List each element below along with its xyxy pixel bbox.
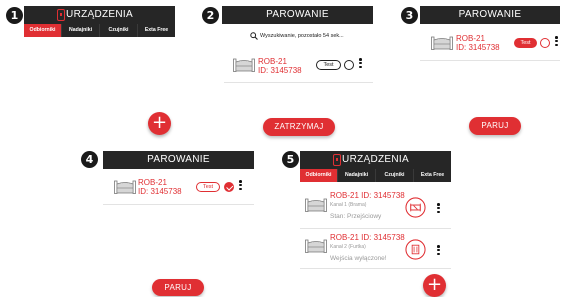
wicket-channel-icon[interactable] [405, 239, 426, 260]
app-header: PAROWANIE [420, 6, 560, 24]
device-id: ID: 3145738 [138, 187, 182, 196]
select-radio[interactable] [344, 60, 354, 70]
device-tabs: Odbiorniki Nadajniki Czujniki Exta Free [300, 169, 451, 182]
tab-exta-free[interactable]: Exta Free [137, 24, 175, 37]
app-header: PAROWANIE [222, 6, 373, 24]
stop-button[interactable]: ZATRZYMAJ [263, 118, 335, 136]
kebab-menu-icon[interactable] [359, 58, 362, 70]
kebab-menu-icon[interactable] [437, 203, 440, 215]
page-title: URZĄDZENIA [66, 9, 133, 20]
add-device-button[interactable]: + [148, 112, 171, 135]
gate-channel-icon[interactable] [405, 197, 426, 218]
step-number-2: 2 [202, 7, 219, 24]
tab-transmitters[interactable]: Nadajniki [61, 24, 99, 37]
pair-button[interactable]: PARUJ [152, 279, 204, 296]
logo-icon [333, 154, 341, 166]
page-title: PAROWANIE [266, 9, 329, 20]
device-name: ROB-21 ID: 3145738 [330, 191, 405, 200]
page-title: URZĄDZENIA [342, 154, 409, 165]
screen-devices-list: URZĄDZENIA Odbiorniki Nadajniki Czujniki… [300, 151, 451, 182]
pair-button[interactable]: PARUJ [469, 117, 521, 135]
select-radio-checked[interactable] [224, 182, 234, 192]
add-device-button[interactable]: + [423, 274, 446, 297]
row-divider [103, 204, 254, 205]
test-button[interactable]: Test [316, 60, 341, 70]
kebab-menu-icon[interactable] [437, 245, 440, 257]
screen-pairing-found: PAROWANIE [420, 6, 560, 24]
gate-icon [431, 36, 453, 50]
device-id: ID: 3145738 [258, 66, 302, 75]
app-header: URZĄDZENIA [300, 151, 451, 169]
row-divider [300, 228, 451, 229]
channel-label: Kanał 2 (Furtka) [330, 244, 366, 250]
search-status-text: Wyszukiwanie, pozostało 54 sek... [260, 33, 344, 39]
gate-icon [233, 58, 255, 72]
step-number-4: 4 [81, 151, 98, 168]
logo-icon [57, 9, 65, 21]
row-divider [300, 268, 451, 269]
device-name: ROB-21 ID: 3145738 [330, 233, 405, 242]
kebab-menu-icon[interactable] [555, 36, 558, 48]
step-number-5: 5 [282, 151, 299, 168]
screen-pairing-searching: PAROWANIE [222, 6, 373, 24]
device-status: Stan: Przejściowy [330, 213, 382, 220]
channel-label: Kanał 1 (Brama) [330, 202, 367, 208]
tab-sensors[interactable]: Czujniki [375, 169, 413, 182]
page-title: PAROWANIE [458, 9, 522, 20]
device-name: ROB-21 [138, 178, 167, 187]
tab-sensors[interactable]: Czujniki [99, 24, 137, 37]
test-button[interactable]: Test [196, 182, 220, 192]
step-number-1: 1 [6, 7, 23, 24]
gate-icon [305, 198, 327, 212]
tab-transmitters[interactable]: Nadajniki [337, 169, 375, 182]
device-name: ROB-21 [258, 57, 287, 66]
page-title: PAROWANIE [147, 154, 210, 165]
tab-receivers[interactable]: Odbiorniki [24, 24, 61, 37]
tab-receivers[interactable]: Odbiorniki [300, 169, 337, 182]
kebab-menu-icon[interactable] [239, 180, 242, 192]
app-header: PAROWANIE [103, 151, 254, 169]
screen-devices-empty: URZĄDZENIA Odbiorniki Nadajniki Czujniki… [24, 6, 175, 37]
app-header: URZĄDZENIA [24, 6, 175, 24]
gate-icon [305, 239, 327, 253]
row-divider [420, 60, 560, 61]
device-name: ROB-21 [456, 34, 485, 43]
device-tabs: Odbiorniki Nadajniki Czujniki Exta Free [24, 24, 175, 37]
search-icon [250, 32, 258, 40]
device-id: ID: 3145738 [456, 43, 500, 52]
row-divider [224, 82, 373, 83]
select-radio[interactable] [540, 38, 550, 48]
screen-pairing-selected: PAROWANIE [103, 151, 254, 169]
step-number-3: 3 [401, 7, 418, 24]
tab-exta-free[interactable]: Exta Free [413, 169, 451, 182]
gate-icon [114, 180, 136, 194]
device-status: Wejścia wyłączone! [330, 255, 387, 262]
test-button[interactable]: Test [514, 38, 537, 48]
